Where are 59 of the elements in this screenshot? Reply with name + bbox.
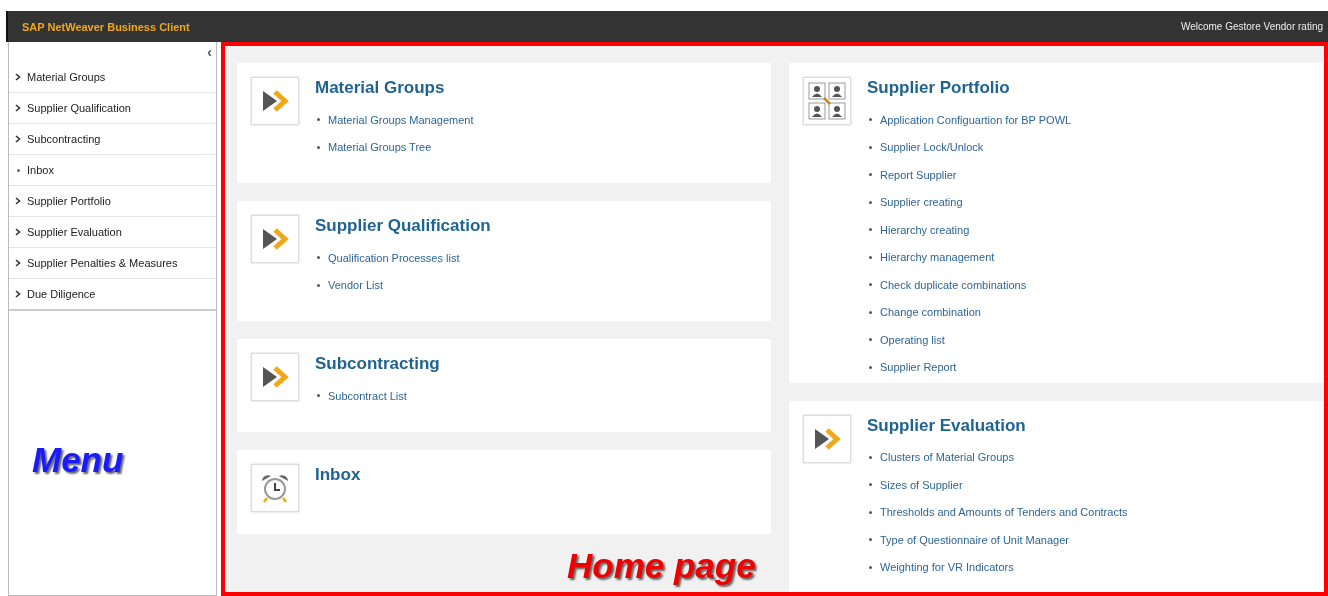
bullet-icon	[869, 338, 872, 342]
tile-title[interactable]: Supplier Portfolio	[867, 78, 1072, 98]
bullet-icon	[869, 365, 872, 369]
menu-item[interactable]: Due Diligence	[9, 279, 216, 309]
tile-link[interactable]: Check duplicate combinations	[880, 278, 1027, 291]
bullet-icon	[317, 118, 320, 122]
tile-link[interactable]: Sizes of Supplier	[880, 478, 963, 491]
menu-label: Menu	[32, 440, 124, 480]
menu-item[interactable]: Supplier Portfolio	[9, 186, 216, 217]
tile-link[interactable]: Hierarchy management	[880, 251, 995, 264]
bullet-icon	[869, 310, 872, 314]
tile-link[interactable]: Type of Questionnaire of Unit Manager	[880, 533, 1069, 546]
tile-title[interactable]: Material Groups	[315, 78, 474, 98]
tile-link[interactable]: Clusters of Material Groups	[880, 451, 1014, 464]
bullet-icon	[869, 565, 872, 569]
tile-link[interactable]: Weighting for VR Indicators	[880, 561, 1014, 574]
menu-item[interactable]: Supplier Penalties & Measures	[9, 248, 216, 279]
tile-link[interactable]: Supplier Report	[880, 361, 957, 374]
tile-link[interactable]: Application Configuartion for BP POWL	[880, 113, 1072, 126]
tile-link[interactable]: Material Groups Tree	[328, 141, 432, 154]
bullet-icon	[869, 283, 872, 287]
bullet-icon	[869, 483, 872, 487]
tile-link[interactable]: Subcontract List	[328, 389, 407, 402]
tile-link[interactable]: Report Supplier	[880, 168, 957, 181]
collapse-button[interactable]: ‹	[207, 45, 212, 59]
tile-title[interactable]: Supplier Evaluation	[867, 415, 1128, 436]
bullet-icon	[869, 200, 872, 204]
menu-item[interactable]: Supplier Evaluation	[9, 217, 216, 248]
tile-link[interactable]: Qualification Processes list	[328, 251, 460, 264]
tile-link[interactable]: Operating list	[880, 333, 945, 346]
bullet-icon	[869, 118, 872, 122]
bullet-icon	[317, 145, 320, 149]
tile-title[interactable]: Supplier Qualification	[315, 216, 491, 236]
bullet-icon	[317, 256, 320, 260]
app-title: SAP NetWeaver Business Client	[22, 20, 190, 33]
bullet-icon	[869, 255, 872, 259]
menu-item[interactable]: Subcontracting	[9, 124, 216, 155]
menu-item[interactable]: Material Groups	[9, 62, 216, 93]
tile-link[interactable]: Change combination	[880, 306, 981, 319]
bullet-icon	[869, 173, 872, 177]
tile-link[interactable]: Supplier Lock/Unlock	[880, 141, 984, 154]
tile-link[interactable]: Supplier creating	[880, 196, 963, 209]
bullet-icon	[317, 283, 320, 287]
home-page-label: Home page	[567, 546, 756, 586]
tile-title[interactable]: Inbox	[315, 464, 361, 485]
tile-title[interactable]: Subcontracting	[315, 354, 440, 374]
bullet-icon	[869, 455, 872, 459]
menu-item[interactable]: Supplier Qualification	[9, 93, 216, 124]
bullet-icon	[869, 228, 872, 232]
bullet-icon	[317, 394, 320, 398]
bullet-icon	[869, 145, 872, 149]
menu-item[interactable]: Inbox	[9, 155, 216, 186]
tile-link[interactable]: Material Groups Management	[328, 113, 474, 126]
welcome-text: Welcome Gestore Vendor rating	[1180, 21, 1323, 32]
bullet-icon	[869, 538, 872, 542]
bullet-icon	[869, 510, 872, 514]
tile-link[interactable]: Hierarchy creating	[880, 223, 970, 236]
tile-link[interactable]: Thresholds and Amounts of Tenders and Contracts	[880, 506, 1128, 519]
tile-link[interactable]: Vendor List	[328, 279, 384, 292]
